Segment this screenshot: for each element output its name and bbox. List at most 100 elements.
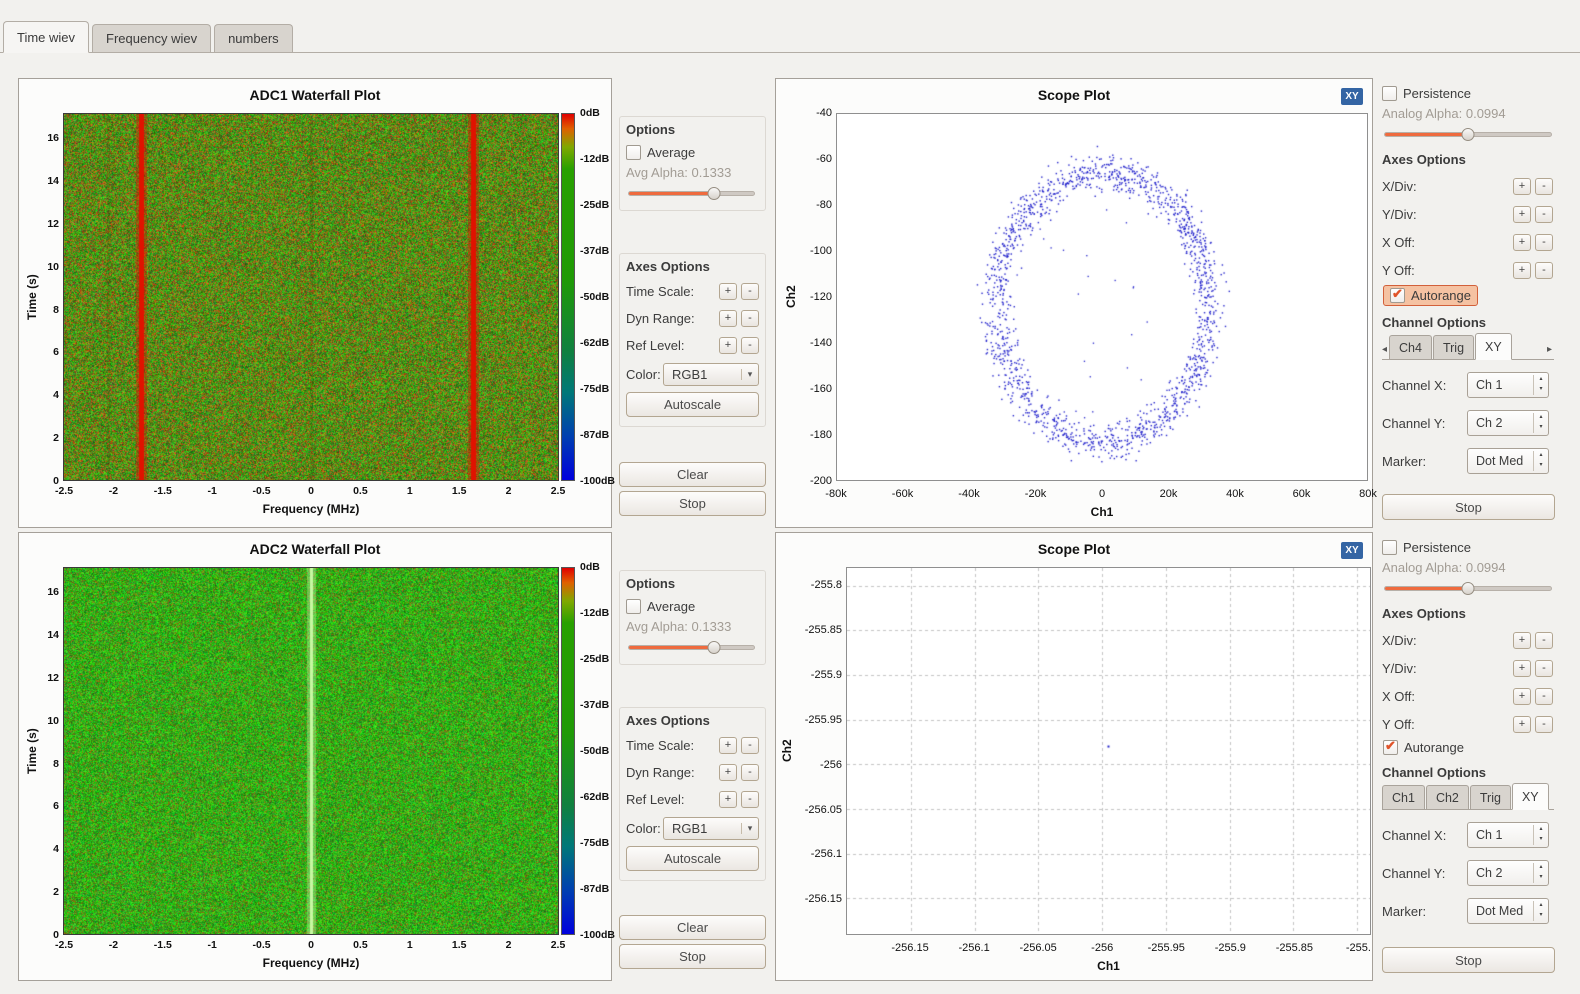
avg-alpha-slider[interactable]	[628, 186, 755, 201]
autoscale-button[interactable]: Autoscale	[626, 846, 759, 871]
tick-label: -80	[816, 199, 832, 211]
color-dropdown[interactable]: RGB1 ▾	[663, 363, 759, 386]
scope-plot-canvas[interactable]	[847, 568, 1370, 934]
dropdown-arrow-icon: ▾	[741, 823, 758, 834]
channel-tab-ch4[interactable]: Ch4	[1389, 335, 1432, 359]
marker-spinbox[interactable]: Dot Med ▴▾	[1467, 898, 1549, 924]
slider-handle[interactable]	[1462, 582, 1475, 595]
tick-label: 1	[407, 485, 413, 497]
persistence-row[interactable]: Persistence	[1382, 84, 1562, 102]
channel-y-spinbox[interactable]: Ch 2 ▴▾	[1467, 410, 1549, 436]
x-off-increase-button[interactable]: +	[1513, 234, 1531, 251]
spin-arrows-icon[interactable]: ▴▾	[1533, 825, 1548, 844]
spin-arrows-icon[interactable]: ▴▾	[1533, 375, 1548, 394]
scope-plot-area[interactable]	[836, 113, 1368, 481]
stop-button[interactable]: Stop	[619, 944, 766, 969]
persistence-checkbox[interactable]	[1382, 86, 1397, 101]
slider-track[interactable]	[628, 191, 755, 196]
x-off-decrease-button[interactable]: -	[1535, 688, 1553, 705]
channel-tab-xy[interactable]: XY	[1512, 783, 1549, 810]
slider-handle[interactable]	[1462, 128, 1475, 141]
slider-handle[interactable]	[708, 641, 721, 654]
autoscale-button[interactable]: Autoscale	[626, 392, 759, 417]
y-div-increase-button[interactable]: +	[1513, 206, 1531, 223]
time-scale-label: Time Scale:	[626, 284, 715, 299]
channel-x-spinbox[interactable]: Ch 1 ▴▾	[1467, 822, 1549, 848]
dyn-range-decrease-button[interactable]: -	[741, 764, 759, 781]
avg-alpha-slider[interactable]	[628, 640, 755, 655]
channel-tab-ch1[interactable]: Ch1	[1382, 785, 1425, 809]
spin-arrows-icon[interactable]: ▴▾	[1533, 413, 1548, 432]
marker-spinbox[interactable]: Dot Med ▴▾	[1467, 448, 1549, 474]
x-div-increase-button[interactable]: +	[1513, 178, 1531, 195]
channel-tab-trig[interactable]: Trig	[1470, 785, 1511, 809]
dyn-range-increase-button[interactable]: +	[719, 764, 737, 781]
y-off-increase-button[interactable]: +	[1513, 262, 1531, 279]
persistence-checkbox[interactable]	[1382, 540, 1397, 555]
stop-button[interactable]: Stop	[1382, 494, 1555, 520]
dyn-range-row: Dyn Range: + -	[626, 763, 759, 782]
stop-button[interactable]: Stop	[1382, 947, 1555, 973]
y-off-decrease-button[interactable]: -	[1535, 262, 1553, 279]
x-off-increase-button[interactable]: +	[1513, 688, 1531, 705]
time-scale-decrease-button[interactable]: -	[741, 283, 759, 300]
channel-tab-ch2[interactable]: Ch2	[1426, 785, 1469, 809]
channel-tab-xy[interactable]: XY	[1475, 333, 1512, 360]
x-div-increase-button[interactable]: +	[1513, 632, 1531, 649]
channel-tab-trig[interactable]: Trig	[1433, 335, 1474, 359]
y-div-decrease-button[interactable]: -	[1535, 660, 1553, 677]
analog-alpha-slider[interactable]	[1384, 581, 1552, 596]
waterfall-plot-canvas[interactable]	[63, 567, 559, 935]
tabs-scroll-right-icon[interactable]: ▸	[1547, 344, 1554, 359]
dyn-range-decrease-button[interactable]: -	[741, 310, 759, 327]
ref-level-decrease-button[interactable]: -	[741, 791, 759, 808]
ref-level-increase-button[interactable]: +	[719, 791, 737, 808]
spin-arrows-icon[interactable]: ▴▾	[1533, 901, 1548, 920]
y-div-increase-button[interactable]: +	[1513, 660, 1531, 677]
channel-y-spinbox[interactable]: Ch 2 ▴▾	[1467, 860, 1549, 886]
tab-frequency-view[interactable]: Frequency wiev	[92, 24, 211, 52]
average-row[interactable]: Average	[626, 143, 759, 161]
time-scale-increase-button[interactable]: +	[719, 283, 737, 300]
waterfall-plot-canvas[interactable]	[63, 113, 559, 481]
autorange-row[interactable]: Autorange	[1383, 285, 1478, 306]
autorange-row[interactable]: Autorange	[1382, 739, 1465, 756]
dyn-range-increase-button[interactable]: +	[719, 310, 737, 327]
autorange-checkbox[interactable]	[1390, 288, 1405, 303]
scope-plot-area[interactable]	[846, 567, 1371, 935]
average-checkbox[interactable]	[626, 599, 641, 614]
ref-level-decrease-button[interactable]: -	[741, 337, 759, 354]
scope-plot-canvas[interactable]	[837, 114, 1367, 480]
average-checkbox[interactable]	[626, 145, 641, 160]
tick-label: -1.5	[154, 485, 172, 497]
tick-label: -0.5	[253, 939, 271, 951]
y-off-increase-button[interactable]: +	[1513, 716, 1531, 733]
analog-alpha-slider[interactable]	[1384, 127, 1552, 142]
tab-time-view[interactable]: Time wiev	[3, 21, 89, 53]
slider-handle[interactable]	[708, 187, 721, 200]
slider-track[interactable]	[628, 645, 755, 650]
tick-label: -12dB	[580, 153, 609, 165]
average-row[interactable]: Average	[626, 597, 759, 615]
y-div-decrease-button[interactable]: -	[1535, 206, 1553, 223]
ref-level-increase-button[interactable]: +	[719, 337, 737, 354]
spin-arrows-icon[interactable]: ▴▾	[1533, 863, 1548, 882]
x-div-decrease-button[interactable]: -	[1535, 178, 1553, 195]
y-off-decrease-button[interactable]: -	[1535, 716, 1553, 733]
clear-button[interactable]: Clear	[619, 462, 766, 487]
tab-numbers[interactable]: numbers	[214, 24, 293, 52]
persistence-row[interactable]: Persistence	[1382, 538, 1562, 556]
x-off-decrease-button[interactable]: -	[1535, 234, 1553, 251]
spin-arrows-icon[interactable]: ▴▾	[1533, 451, 1548, 470]
tick-label: -12dB	[580, 607, 609, 619]
stop-button[interactable]: Stop	[619, 491, 766, 516]
x-div-decrease-button[interactable]: -	[1535, 632, 1553, 649]
tabs-scroll-left-icon[interactable]: ◂	[1382, 344, 1389, 359]
clear-button[interactable]: Clear	[619, 915, 766, 940]
time-scale-increase-button[interactable]: +	[719, 737, 737, 754]
tick-label: -200	[810, 475, 832, 487]
time-scale-decrease-button[interactable]: -	[741, 737, 759, 754]
color-dropdown[interactable]: RGB1 ▾	[663, 817, 759, 840]
channel-x-spinbox[interactable]: Ch 1 ▴▾	[1467, 372, 1549, 398]
autorange-checkbox[interactable]	[1383, 740, 1398, 755]
